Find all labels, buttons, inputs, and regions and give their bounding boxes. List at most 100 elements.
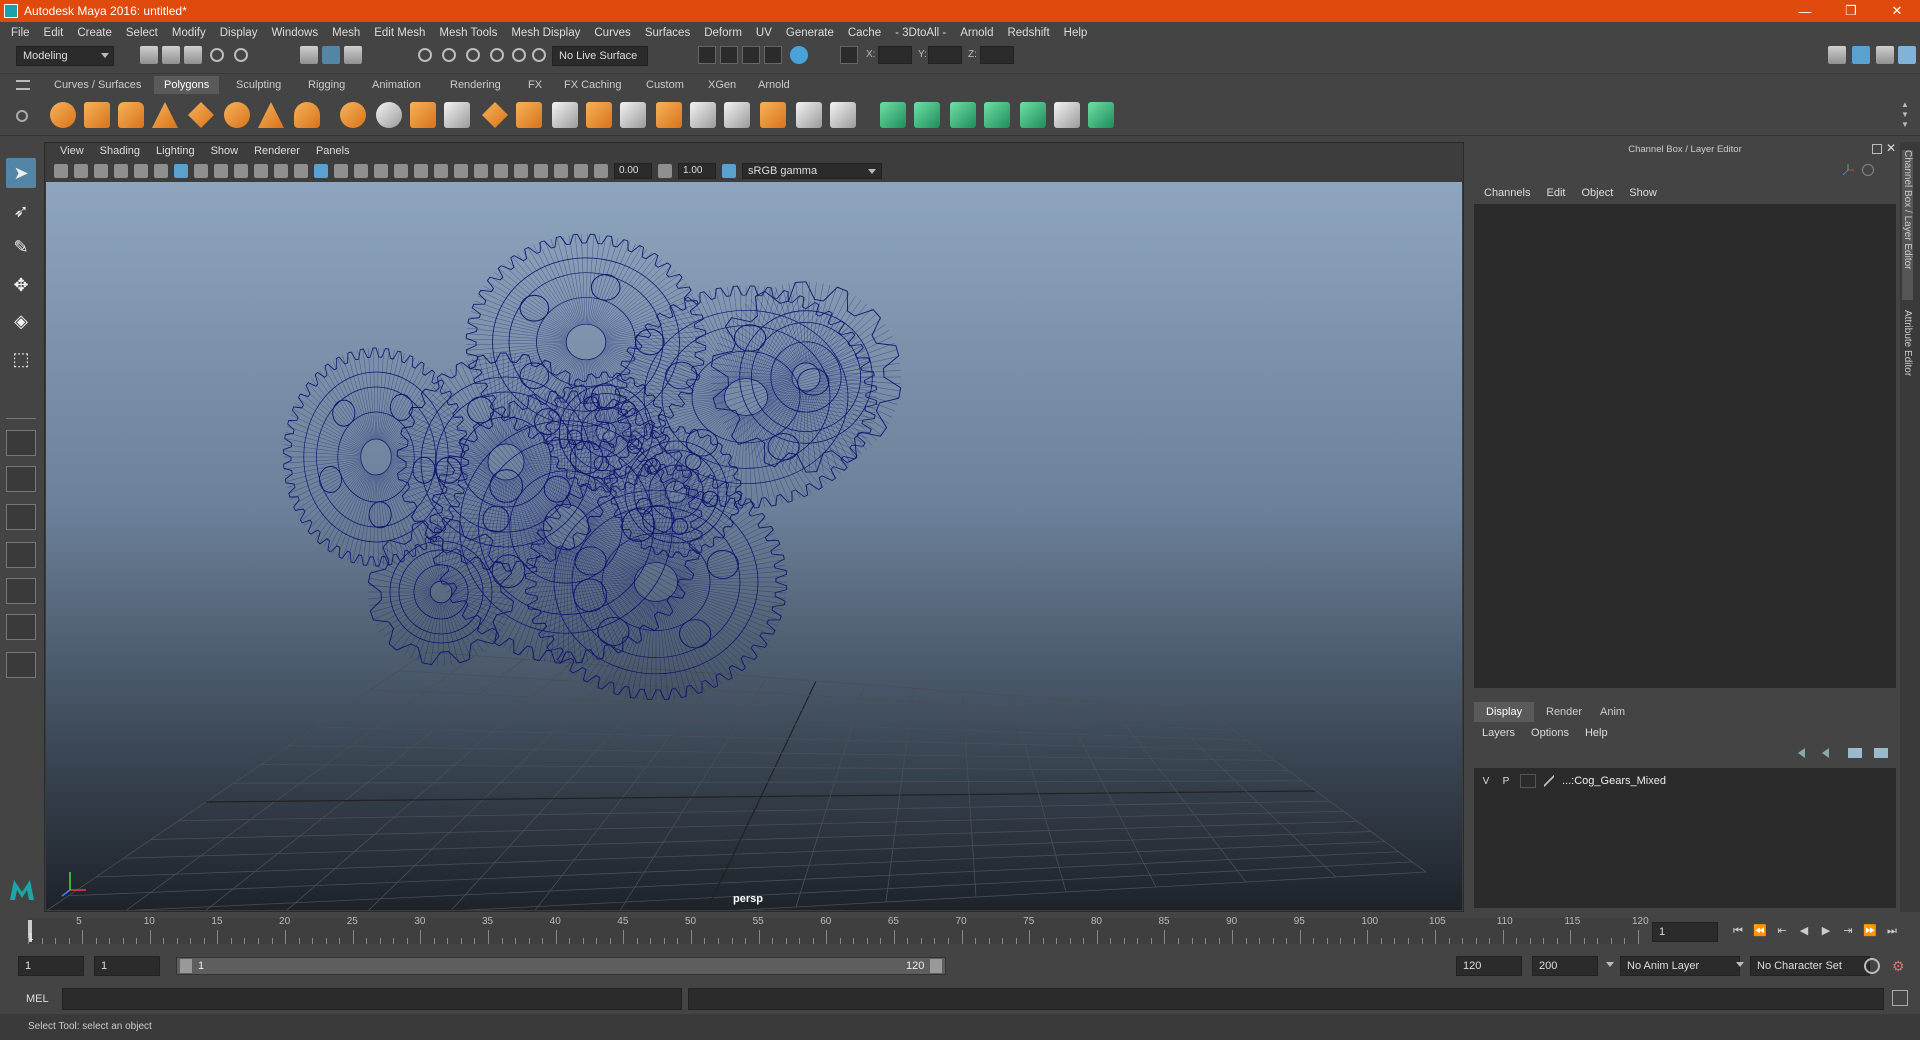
bevel-icon[interactable] [552, 102, 578, 128]
show-menu[interactable]: Show [203, 145, 247, 157]
step-back-frame-icon[interactable]: ⏪ [1752, 924, 1768, 938]
layer-tab-display[interactable]: Display [1474, 702, 1535, 722]
step-back-key-icon[interactable]: ⇤ [1774, 924, 1790, 938]
anti-aliasing-icon[interactable] [474, 164, 488, 178]
manipulator-icon[interactable] [1842, 164, 1854, 176]
close-button[interactable]: ✕ [1874, 0, 1920, 22]
move-tool-icon[interactable]: ✥ [6, 270, 36, 300]
view-transform-dropdown[interactable]: sRGB gamma [742, 163, 882, 179]
z-input[interactable] [980, 46, 1014, 64]
grid-icon[interactable] [174, 164, 188, 178]
outliner-persp-layout-icon[interactable] [6, 614, 36, 640]
film-gate-icon[interactable] [194, 164, 208, 178]
speed-icon[interactable] [1862, 164, 1874, 176]
layer-visibility-toggle[interactable]: V [1476, 776, 1496, 787]
screen-space-ao-icon[interactable] [434, 164, 448, 178]
single-perspective-layout-icon[interactable] [6, 430, 36, 456]
new-layer-from-selection-icon[interactable] [1874, 748, 1888, 758]
layer-color-icon[interactable] [1544, 774, 1554, 788]
poly-torus-icon[interactable] [224, 102, 250, 128]
options-menu[interactable]: Options [1523, 727, 1577, 739]
cb-edit-menu[interactable]: Edit [1538, 187, 1573, 199]
rotate-tool-icon[interactable]: ◈ [6, 306, 36, 336]
extrude-icon[interactable] [516, 102, 542, 128]
redo-icon[interactable] [234, 48, 248, 62]
time-slider-track[interactable] [28, 918, 1638, 944]
attribute-editor-side-tab[interactable]: Attribute Editor [1902, 310, 1913, 410]
menu-cache[interactable]: Cache [841, 27, 888, 39]
perspective-viewport[interactable]: persp [46, 182, 1462, 910]
xray-icon[interactable] [534, 164, 548, 178]
toggle-channel-box-icon[interactable] [1852, 46, 1870, 64]
shelf-tab-rendering[interactable]: Rendering [440, 76, 511, 94]
bridge-icon[interactable] [586, 102, 612, 128]
snap-to-grid-icon[interactable] [418, 48, 432, 62]
select-by-hierarchy-icon[interactable] [300, 46, 318, 64]
gear-mesh[interactable] [283, 347, 469, 567]
menu-display[interactable]: Display [213, 27, 265, 39]
minimize-button[interactable]: — [1782, 0, 1828, 22]
safe-action-icon[interactable] [274, 164, 288, 178]
menu-3dtoall[interactable]: - 3DtoAll - [888, 27, 953, 39]
layers-menu[interactable]: Layers [1474, 727, 1523, 739]
character-set-dropdown[interactable]: No Character Set [1750, 956, 1870, 976]
shelf-tab-polygons[interactable]: Polygons [154, 76, 220, 94]
edge-loop-icon[interactable] [724, 102, 750, 128]
menu-windows[interactable]: Windows [264, 27, 325, 39]
combine-icon[interactable] [340, 102, 366, 128]
close-panel-icon[interactable]: ✕ [1886, 141, 1896, 155]
command-input[interactable] [62, 988, 682, 1010]
automatic-mapping-icon[interactable] [984, 102, 1010, 128]
menu-mesh-display[interactable]: Mesh Display [504, 27, 587, 39]
poly-sphere-icon[interactable] [50, 102, 76, 128]
scale-tool-icon[interactable]: ⬚ [6, 344, 36, 374]
color-management-icon[interactable] [722, 164, 736, 178]
cb-object-menu[interactable]: Object [1573, 187, 1621, 199]
unfold-icon[interactable] [1088, 102, 1114, 128]
menu-deform[interactable]: Deform [697, 27, 749, 39]
make-live-icon[interactable] [512, 48, 526, 62]
go-to-end-icon[interactable]: ⏭ [1884, 924, 1900, 938]
layer-display-type[interactable] [1520, 774, 1536, 788]
wireframe-on-shaded-icon[interactable] [354, 164, 368, 178]
grease-pencil-icon[interactable] [154, 164, 168, 178]
planar-mapping-icon[interactable] [880, 102, 906, 128]
menu-file[interactable]: File [4, 27, 37, 39]
layer-tab-anim[interactable]: Anim [1588, 702, 1637, 722]
textured-icon[interactable] [374, 164, 388, 178]
image-plane-icon[interactable] [114, 164, 128, 178]
poly-cylinder-icon[interactable] [118, 102, 144, 128]
lasso-tool-icon[interactable]: ➶ [6, 196, 36, 226]
playback-end-field[interactable]: 120 [1456, 956, 1522, 976]
new-layer-icon[interactable] [1848, 748, 1862, 758]
shelf-scroll-arrows-icon[interactable]: ▲ ▼ ▼ [1900, 100, 1910, 130]
float-panel-icon[interactable] [1872, 144, 1882, 154]
shelf-tab-xgen[interactable]: XGen [698, 76, 746, 94]
fill-hole-icon[interactable] [656, 102, 682, 128]
merge-icon[interactable] [760, 102, 786, 128]
gate-mask-icon[interactable] [234, 164, 248, 178]
cylindrical-mapping-icon[interactable] [914, 102, 940, 128]
bookmark-icon[interactable] [94, 164, 108, 178]
menu-mesh[interactable]: Mesh [325, 27, 367, 39]
cog-gears-wireframe[interactable] [46, 182, 1462, 910]
multi-cut-icon[interactable] [690, 102, 716, 128]
channel-box-body[interactable] [1474, 204, 1896, 688]
custom-layout-icon[interactable] [6, 652, 36, 678]
four-view-layout-icon[interactable] [6, 466, 36, 492]
resolution-gate-icon[interactable] [214, 164, 228, 178]
menu-redshift[interactable]: Redshift [1000, 27, 1056, 39]
smooth-shade-icon[interactable] [334, 164, 348, 178]
target-weld-icon[interactable] [796, 102, 822, 128]
script-editor-icon[interactable] [1892, 990, 1908, 1006]
anim-layer-dropdown[interactable]: No Anim Layer [1620, 956, 1740, 976]
shelf-tab-arnold[interactable]: Arnold [748, 76, 800, 94]
exposure-field[interactable]: 0.00 [614, 163, 652, 179]
go-to-start-icon[interactable]: ⏮ [1730, 924, 1746, 938]
menu-help[interactable]: Help [1057, 27, 1095, 39]
layer-help-menu[interactable]: Help [1577, 727, 1616, 739]
collapse-icon[interactable] [830, 102, 856, 128]
chevron-down-icon[interactable] [1736, 962, 1744, 967]
menu-curves[interactable]: Curves [587, 27, 637, 39]
layer-playback-toggle[interactable]: P [1496, 776, 1516, 787]
